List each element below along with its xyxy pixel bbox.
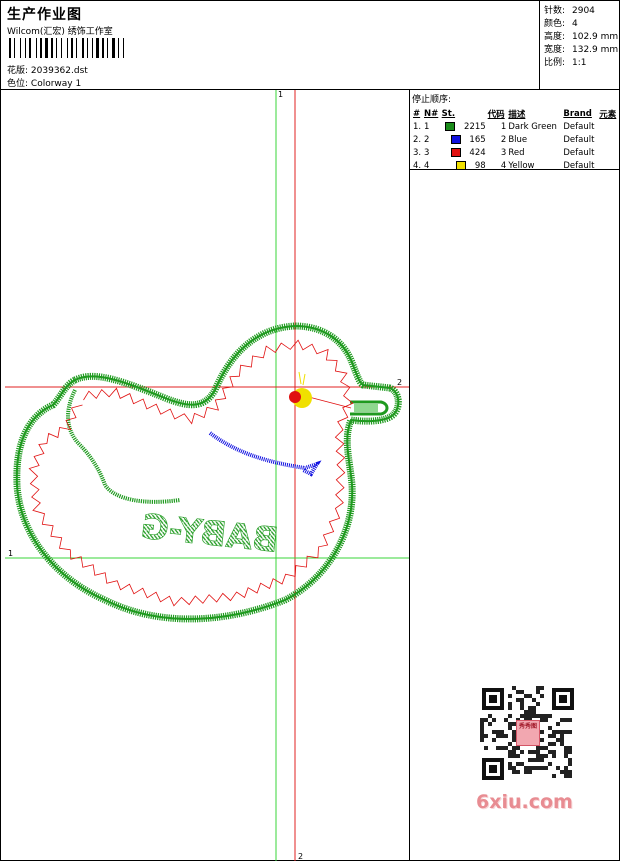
table-cell: Red bbox=[508, 147, 525, 158]
table-cell: 3 bbox=[500, 147, 507, 158]
column-header: Brand bbox=[563, 108, 592, 119]
table-cell: 165 bbox=[441, 133, 487, 146]
column-header: 描述 bbox=[508, 109, 526, 120]
page-title: 生产作业图 bbox=[7, 7, 82, 23]
stat-stitches: 针数: 2904 bbox=[544, 6, 595, 16]
lettering-baby-g: BABY-G bbox=[139, 507, 280, 561]
table-header: # N# St. 代码 描述 Brand 元素 bbox=[412, 107, 619, 120]
stop-sequence-panel: 停止顺序: # N# St. 代码 描述 Brand 元素 1. 1 2215 1 Dark Gr… bbox=[410, 90, 620, 172]
colorway-line: 色位: Colorway 1 bbox=[7, 76, 81, 89]
table-cell: 2 bbox=[500, 134, 507, 145]
table-row: 1. 1 2215 1 Dark Green Default bbox=[412, 120, 619, 133]
table-cell bbox=[598, 159, 619, 172]
column-header: 元素 bbox=[599, 109, 617, 120]
column-header: # bbox=[413, 108, 421, 119]
colorway-value: Colorway 1 bbox=[30, 79, 82, 89]
stat-colors: 颜色: 4 bbox=[544, 19, 578, 29]
table-cell: Default bbox=[563, 147, 595, 158]
table-row: 2. 2 165 2 Blue Default bbox=[412, 133, 619, 146]
table-cell: 1. bbox=[413, 121, 422, 132]
embroidery-drawing: 1 2 1 2 BABY-G bbox=[5, 90, 409, 861]
table-cell: 4. bbox=[413, 160, 422, 171]
color-swatch bbox=[456, 160, 467, 170]
column-header: N# bbox=[424, 108, 439, 119]
design-file-value: 2039362.dst bbox=[30, 66, 88, 76]
qr-finder-icon bbox=[552, 688, 574, 710]
table-body: 1. 1 2215 1 Dark Green Default 2. 2 165 2 Blue De… bbox=[412, 120, 619, 172]
column-header: 代码 bbox=[487, 109, 505, 120]
table-cell: Default bbox=[563, 160, 595, 171]
table-cell: 4 bbox=[500, 160, 507, 171]
production-sheet: 生产作业图 Wilcom(汇宏) 绣饰工作室 花版: 2039362.dst 色… bbox=[0, 0, 620, 861]
barcode bbox=[9, 38, 144, 58]
color-swatch bbox=[450, 147, 461, 157]
wing-outline bbox=[66, 389, 181, 504]
table-cell: Yellow bbox=[508, 160, 535, 171]
table-row: 4. 4 98 4 Yellow Default bbox=[412, 159, 619, 172]
design-preview: 1 2 1 2 BABY-G bbox=[5, 90, 410, 861]
table-cell: Dark Green bbox=[508, 121, 557, 132]
table-cell: Blue bbox=[508, 134, 528, 145]
duck-outline bbox=[13, 322, 402, 623]
qr-code: 秀秀图 bbox=[472, 680, 586, 784]
table-cell: 98 bbox=[441, 159, 487, 172]
stat-height: 高度: 102.9 mm bbox=[544, 32, 619, 42]
color-swatch bbox=[450, 134, 461, 144]
stat-width: 宽度: 132.9 mm bbox=[544, 45, 619, 55]
table-cell: 2. bbox=[413, 134, 422, 145]
table-cell: 4 bbox=[424, 160, 430, 171]
axis-label-v2: 2 bbox=[298, 852, 303, 861]
table-cell bbox=[598, 146, 619, 159]
table-row: 3. 3 424 3 Red Default bbox=[412, 146, 619, 159]
design-file-line: 花版: 2039362.dst bbox=[7, 63, 88, 76]
table-cell: 1 bbox=[424, 121, 430, 132]
column-header: St. bbox=[441, 108, 456, 119]
qr-finder-icon bbox=[482, 688, 504, 710]
table-cell: 424 bbox=[441, 146, 487, 159]
stats-box: 针数: 2904 颜色: 4 高度: 102.9 mm 宽度: 132.9 mm 比例:… bbox=[539, 1, 620, 90]
stop-sequence-table: # N# St. 代码 描述 Brand 元素 1. 1 2215 1 Dark Green Def… bbox=[412, 107, 619, 172]
eye-red bbox=[289, 391, 301, 403]
qr-logo: 秀秀图 bbox=[516, 720, 540, 746]
table-cell: 2215 bbox=[441, 120, 487, 133]
color-swatch bbox=[445, 121, 456, 131]
table-cell: Default bbox=[563, 134, 595, 145]
header: 生产作业图 Wilcom(汇宏) 绣饰工作室 花版: 2039362.dst 色… bbox=[1, 1, 620, 90]
stat-scale: 比例: 1:1 bbox=[544, 58, 587, 68]
table-cell: 1 bbox=[500, 121, 507, 132]
qr-finder-icon bbox=[482, 758, 504, 780]
table-cell bbox=[598, 133, 619, 146]
design-file-label: 花版: bbox=[7, 66, 29, 76]
axis-label-v1: 1 bbox=[278, 90, 283, 99]
table-cell: Default bbox=[563, 121, 595, 132]
axis-label-h1: 1 bbox=[8, 549, 13, 558]
table-cell: 3. bbox=[413, 147, 422, 158]
table-cell bbox=[598, 120, 619, 133]
blue-stroke bbox=[208, 431, 322, 477]
company-name: Wilcom(汇宏) 绣饰工作室 bbox=[7, 27, 113, 37]
axis-label-h2: 2 bbox=[397, 378, 402, 387]
watermark-site: 6xiu.com bbox=[476, 791, 573, 813]
stop-sequence-title: 停止顺序: bbox=[412, 95, 452, 105]
table-cell: 2 bbox=[424, 134, 430, 145]
colorway-label: 色位: bbox=[7, 79, 29, 89]
table-cell: 3 bbox=[424, 147, 430, 158]
